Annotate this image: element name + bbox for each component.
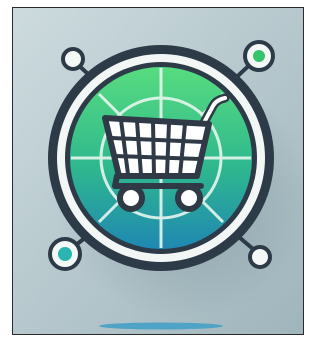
cart-wheel-right <box>175 184 203 212</box>
shopping-cart-badge-illustration <box>13 8 303 334</box>
base-reflection-line <box>99 322 223 330</box>
app-icon-frame <box>12 7 304 335</box>
node-bottom-right <box>248 245 272 269</box>
node-top-left <box>61 47 85 71</box>
cart-wheel-left <box>117 184 145 212</box>
node-top-right <box>243 40 275 72</box>
node-bottom-left <box>48 237 82 271</box>
